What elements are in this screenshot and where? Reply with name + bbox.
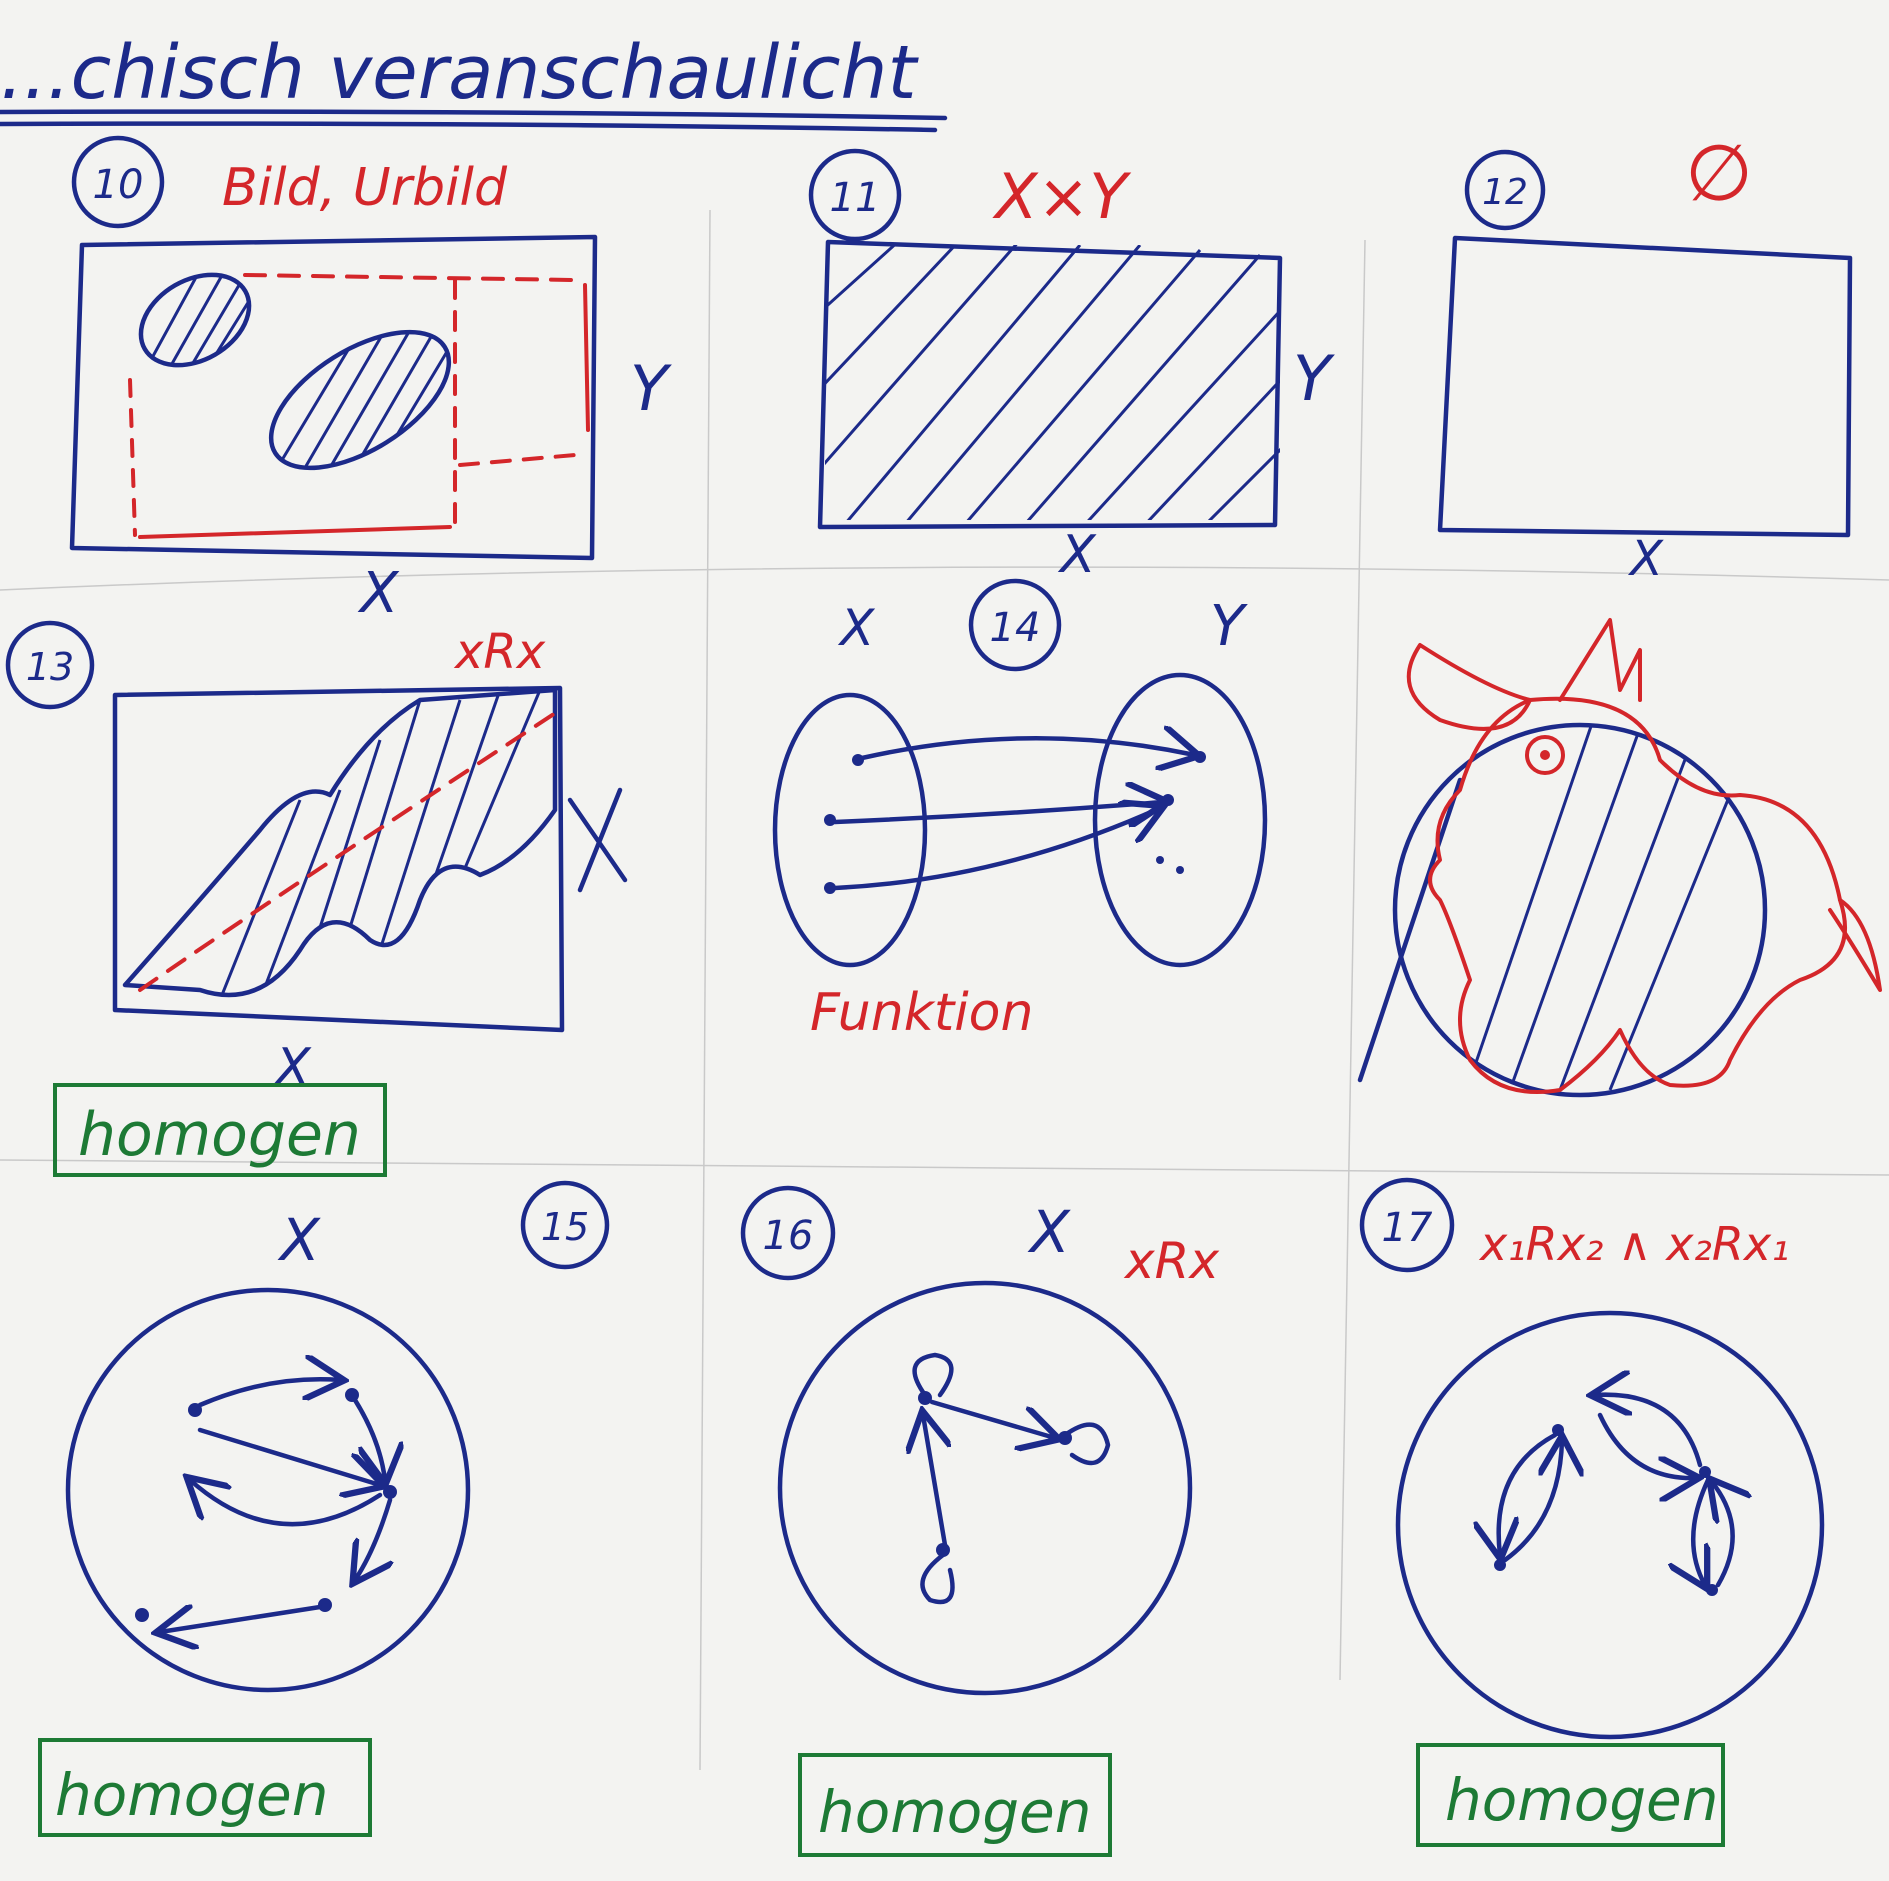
cell-14-caption: Funktion <box>810 983 1033 1043</box>
loop-arrow-1 <box>912 1352 954 1398</box>
set-circle-16 <box>777 1280 1193 1696</box>
cell-15-badge: homogen <box>55 1761 329 1829</box>
codomain-set <box>1092 672 1268 968</box>
cell-15: 15 X homogen <box>38 1180 610 1837</box>
cell-11-x-label: X <box>1057 525 1097 585</box>
cell-10-caption: Bild, Urbild <box>222 158 508 218</box>
set-circle-15 <box>65 1287 471 1693</box>
heading: ...chisch veranschaulicht <box>0 30 948 133</box>
cell-12-caption: ∅ <box>1685 129 1753 219</box>
edge-arrow-c <box>197 1427 380 1485</box>
edge-arrow-a <box>197 1379 340 1408</box>
cell-10: 10 Bild, Urbild Y X <box>69 135 672 626</box>
cell-11: 11 X×Y Y X <box>808 148 1335 585</box>
cell-14: 14 X Y Funktion <box>772 578 1268 1043</box>
cell-11-number: 11 <box>830 175 881 221</box>
domain-set <box>772 692 928 968</box>
cell-16-caption: xRx <box>1123 1232 1219 1290</box>
cell-13-caption: xRx <box>453 624 546 680</box>
unicorn-horn <box>1558 618 1642 702</box>
cell-12-number: 12 <box>1482 172 1528 213</box>
cell-14-number: 14 <box>990 605 1041 651</box>
relation-set <box>268 329 452 471</box>
unicorn-sketch <box>1357 618 1882 1098</box>
cell-16: 16 X xRx homogen <box>740 1185 1219 1857</box>
whiteboard-sketch: ...chisch veranschaulicht 10 Bild, Urbil… <box>0 30 1889 1857</box>
edge-arrow-e <box>355 1497 390 1580</box>
cell-16-number: 16 <box>763 1213 814 1259</box>
unicorn-tail <box>1828 898 1882 992</box>
cell-15-number: 15 <box>541 1205 589 1249</box>
cell-13-x-label: X <box>272 1038 312 1098</box>
cell-17-caption: x₁Rx₂ ∧ x₂Rx₁ <box>1478 1217 1790 1271</box>
projection-dash-left <box>128 378 137 537</box>
loop-arrow-2 <box>1062 1422 1111 1466</box>
cell-17: 17 x₁Rx₂ ∧ x₂Rx₁ homogen <box>1359 1177 1825 1847</box>
cartesian-frame <box>69 234 598 561</box>
empty-frame <box>1437 235 1853 538</box>
cell-13: 13 xRx X homogen <box>5 620 628 1177</box>
cell-12-x-label: X <box>1627 531 1664 587</box>
cell-17-number: 17 <box>1382 1205 1433 1251</box>
preimage-highlight <box>138 525 452 539</box>
image-highlight <box>583 283 590 432</box>
cell-10-y-label: Y <box>630 352 672 425</box>
edge-arrow-j <box>1502 1440 1562 1563</box>
diagonal <box>138 708 562 992</box>
cell-15-x-label: X <box>277 1206 321 1274</box>
edge-arrow-g <box>929 1399 1055 1438</box>
edge-arrow-n <box>1712 1482 1733 1588</box>
cell-11-caption: X×Y <box>992 160 1131 233</box>
cell-17-badge: homogen <box>1445 1766 1719 1834</box>
edge-arrow-k <box>1595 1395 1703 1468</box>
mapping-arrow-2 <box>832 802 1163 822</box>
cell-12: 12 ∅ X <box>1437 129 1853 587</box>
edge-arrow-h <box>923 1415 945 1548</box>
unicorn-ear <box>1406 643 1532 731</box>
product-hatching <box>825 245 1280 520</box>
heading-text: ...chisch veranschaulicht <box>0 30 919 116</box>
edge-arrow-f <box>160 1607 323 1632</box>
edge-arrow-m <box>1693 1477 1708 1585</box>
cell-10-x-label: X <box>357 561 400 626</box>
set-circle-17 <box>1395 1310 1825 1740</box>
edge-arrow-d <box>190 1480 383 1527</box>
x-marker <box>567 787 628 893</box>
cell-16-x-label: X <box>1027 1198 1071 1266</box>
unicorn-body <box>1428 696 1847 1094</box>
edge-arrow-b <box>352 1397 385 1480</box>
cell-11-y-label: Y <box>1293 342 1335 415</box>
cell-10-number: 10 <box>93 162 144 208</box>
cell-13-number: 13 <box>26 645 74 689</box>
loop-arrow-3 <box>920 1552 955 1605</box>
reflexive-region <box>122 687 558 998</box>
cell-14-x-label: X <box>837 599 876 657</box>
cell-13-badge: homogen <box>78 1100 361 1170</box>
cell-14-y-label: Y <box>1210 594 1248 659</box>
relation-frame <box>112 685 565 1033</box>
cell-16-badge: homogen <box>818 1778 1092 1846</box>
